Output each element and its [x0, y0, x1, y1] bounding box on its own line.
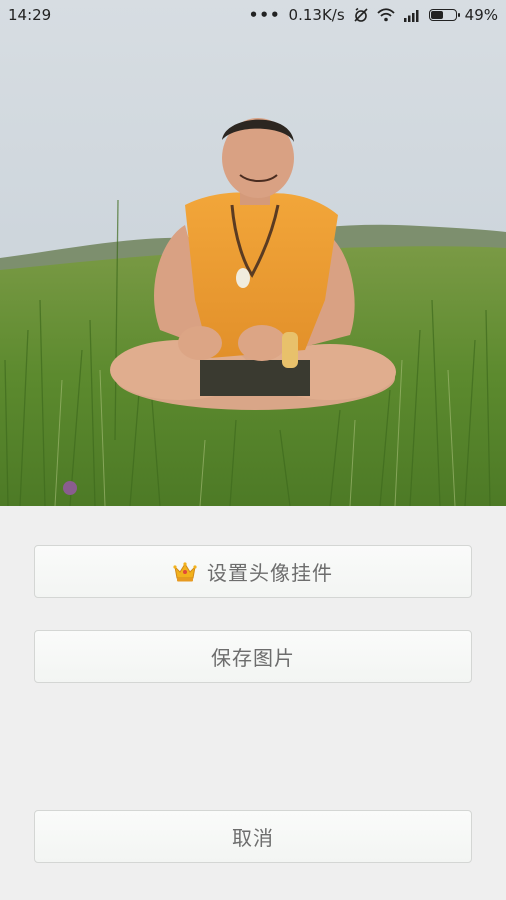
battery-fill	[430, 11, 444, 19]
status-time: 14:29	[8, 6, 52, 24]
save-image-button[interactable]: 保存图片	[34, 630, 472, 683]
network-speed: 0.13K/s	[288, 6, 345, 24]
cancel-button[interactable]: 取消	[34, 810, 472, 863]
no-alarm-icon	[353, 7, 369, 23]
battery-icon	[428, 9, 460, 21]
photo-image	[0, 0, 506, 506]
wifi-icon	[377, 8, 395, 22]
set-avatar-widget-label: 设置头像挂件	[207, 561, 333, 585]
status-icons: ••• 0.13K/s 49%	[249, 6, 498, 24]
crown-icon	[173, 561, 197, 583]
signal-icon	[403, 8, 421, 22]
set-avatar-widget-button[interactable]: 设置头像挂件	[34, 545, 472, 598]
save-image-label: 保存图片	[211, 646, 295, 670]
profile-photo	[0, 0, 506, 506]
battery-percent: 49%	[464, 6, 498, 24]
status-bar: 14:29 ••• 0.13K/s 49%	[0, 0, 506, 30]
dots-icon: •••	[248, 6, 281, 24]
cancel-label: 取消	[232, 826, 274, 850]
